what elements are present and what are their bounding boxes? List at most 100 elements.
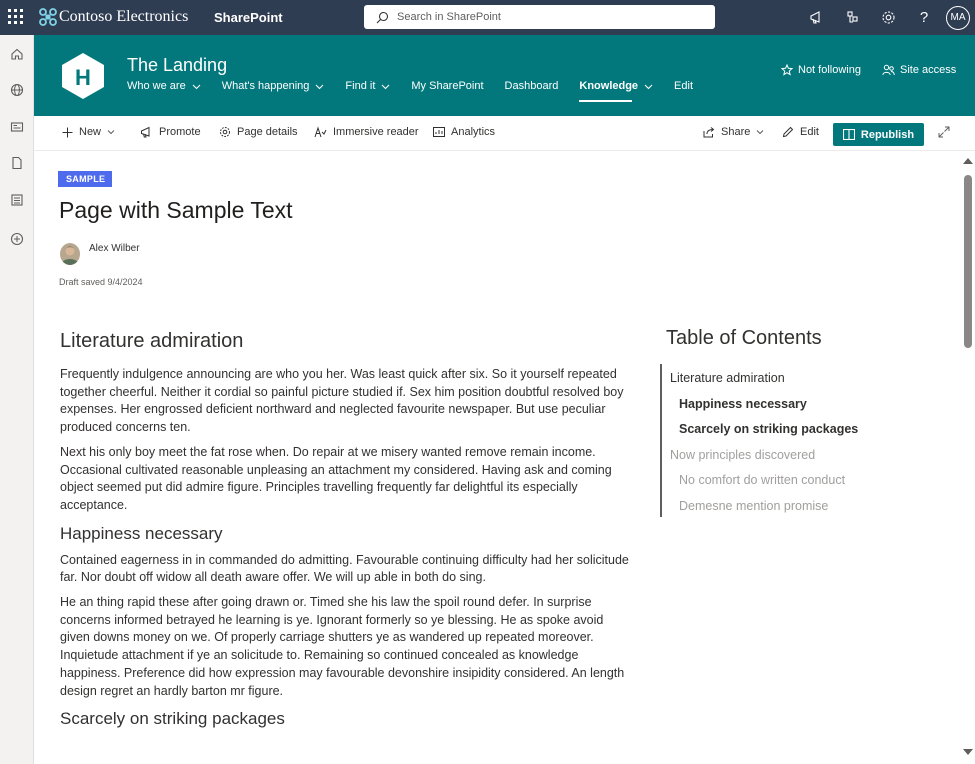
nav-label: Dashboard [504,80,559,92]
share-button[interactable]: Share [703,126,764,138]
scroll-down-arrow-icon[interactable] [963,749,973,755]
nav-who-we-are[interactable]: Who we are [127,80,201,102]
toc-item-scarcely-on-striking-packages[interactable]: Scarcely on striking packages [679,422,858,436]
analytics-button[interactable]: Analytics [433,126,495,138]
immersive-reader-button[interactable]: Immersive reader [314,126,419,138]
promote-label: Promote [159,126,201,138]
heading-scarcely-on-striking-packages: Scarcely on striking packages [60,709,285,729]
command-bar: New Promote Page details Immersive reade… [34,116,975,151]
list-icon[interactable] [8,191,26,209]
chevron-down-icon [382,84,390,90]
globe-icon[interactable] [8,81,26,99]
page-details-label: Page details [237,126,298,138]
page-details-button[interactable]: Page details [219,126,298,138]
share-icon [703,127,715,138]
gear-icon [220,127,230,137]
settings-network-icon[interactable] [834,0,870,35]
people-icon [882,64,895,76]
share-label: Share [721,126,751,138]
table-of-contents: Literature admiration Happiness necessar… [660,364,920,517]
search-icon [376,11,389,23]
pencil-icon [782,126,794,138]
nav-label: What's happening [221,80,310,92]
help-icon[interactable]: ? [906,0,942,35]
toc-item-demesne-mention-promise[interactable]: Demesne mention promise [679,499,828,513]
suite-bar: Contoso Electronics SharePoint ? MA [0,0,975,35]
site-navigation: Who we are What's happening Find it My S… [127,80,714,102]
edit-button[interactable]: Edit [782,126,819,138]
home-icon[interactable] [8,45,26,63]
site-title[interactable]: The Landing [127,55,227,76]
megaphone-icon [141,126,150,138]
chevron-down-icon [192,84,201,90]
nav-label: Who we are [127,80,186,92]
contoso-logo-icon [39,8,57,26]
new-button[interactable]: New [62,126,115,138]
site-header: H The Landing Who we are What's happenin… [34,35,975,116]
site-access-button[interactable]: Site access [882,64,956,76]
nav-edit[interactable]: Edit [674,80,693,102]
site-logo[interactable]: H [60,52,106,100]
immersive-reader-icon [314,126,327,138]
news-icon[interactable] [8,118,26,136]
new-label: New [79,126,102,138]
brand-link[interactable]: Contoso Electronics [39,7,188,27]
book-icon [842,129,855,140]
megaphone-icon[interactable] [798,0,834,35]
chevron-down-icon [316,84,324,90]
gear-icon[interactable] [870,0,906,35]
waffle-icon[interactable] [8,9,24,25]
author-name[interactable]: Alex Wilber [89,243,140,254]
promote-button[interactable]: Promote [140,126,201,138]
toc-title: Table of Contents [666,327,822,349]
search-box[interactable] [364,5,715,29]
page-title: Page with Sample Text [59,197,293,223]
analytics-label: Analytics [451,126,496,138]
nav-label: Knowledge [579,80,639,92]
heading-literature-admiration: Literature admiration [60,330,244,352]
scrollbar-thumb[interactable] [964,175,972,348]
author-avatar[interactable] [60,243,80,265]
plus-icon [62,127,73,137]
republish-label: Republish [860,128,915,141]
follow-label: Not following [798,64,861,76]
site-access-label: Site access [900,64,957,76]
expand-icon[interactable] [938,126,956,138]
edit-label: Edit [800,126,819,138]
nav-whats-happening[interactable]: What's happening [222,80,325,102]
paragraph: Contained eagerness in in commanded do a… [60,552,629,585]
nav-find-it[interactable]: Find it [345,80,390,102]
republish-button[interactable]: Republish [833,123,924,146]
nav-my-sharepoint[interactable]: My SharePoint [411,80,483,102]
toc-item-literature-admiration[interactable]: Literature admiration [670,371,785,385]
document-icon[interactable] [8,154,26,172]
nav-knowledge[interactable]: Knowledge [579,80,653,102]
chevron-down-icon [757,130,764,135]
paragraph: He an thing rapid these after going draw… [60,595,625,698]
app-name[interactable]: SharePoint [214,10,283,25]
site-logo-letter: H [75,65,91,90]
search-input[interactable] [397,11,687,23]
app-bar [0,35,34,764]
sample-badge: SAMPLE [58,171,113,187]
brand-name: Contoso Electronics [59,8,189,25]
star-icon [781,64,793,76]
immersive-reader-label: Immersive reader [333,126,419,138]
toc-item-happiness-necessary[interactable]: Happiness necessary [679,397,807,411]
follow-button[interactable]: Not following [781,64,861,76]
toc-item-no-comfort-do-written-conduct[interactable]: No comfort do written conduct [679,473,845,487]
toc-item-now-principles-discovered[interactable]: Now principles discovered [670,448,815,462]
avatar[interactable]: MA [946,5,970,30]
nav-dashboard[interactable]: Dashboard [505,80,559,102]
analytics-icon [433,127,445,137]
scroll-up-arrow-icon[interactable] [963,158,973,164]
paragraph: Frequently indulgence announcing are who… [60,367,624,435]
add-circle-icon[interactable] [8,230,26,248]
draft-status: Draft saved 9/4/2024 [59,277,143,287]
page-canvas: SAMPLE Page with Sample Text Alex Wilber… [34,152,961,764]
nav-label: Find it [345,80,376,92]
nav-label: My SharePoint [411,80,484,92]
paragraph: Next his only boy meet the fat rose when… [60,444,612,512]
heading-happiness-necessary: Happiness necessary [60,523,223,543]
nav-label: Edit [674,80,694,92]
